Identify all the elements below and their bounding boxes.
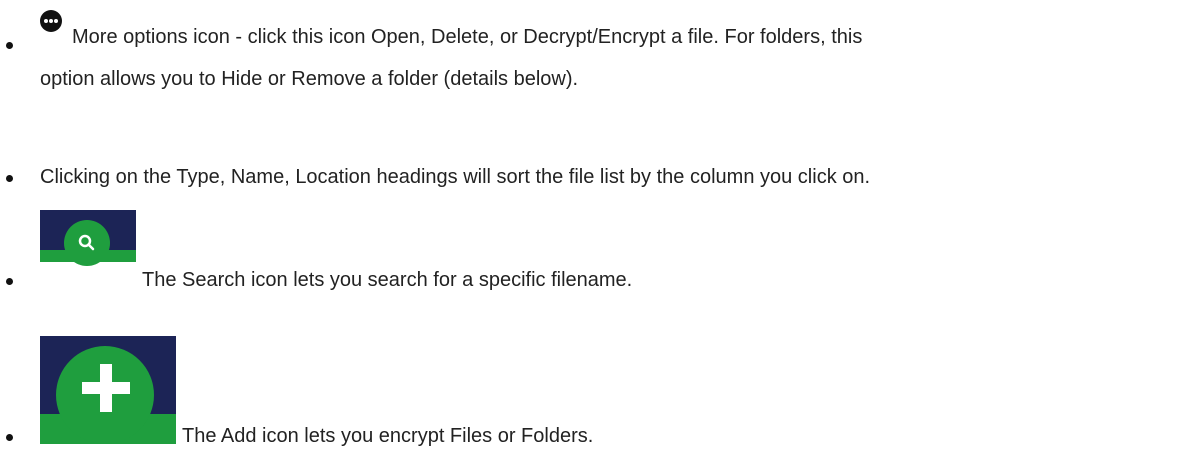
bullet bbox=[6, 175, 13, 182]
sorting-description: Clicking on the Type, Name, Location hea… bbox=[40, 166, 871, 188]
search-description: The Search icon lets you search for a sp… bbox=[142, 269, 633, 291]
search-icon bbox=[40, 210, 136, 270]
bullet bbox=[6, 42, 13, 49]
bullet bbox=[6, 434, 13, 441]
list-item-sorting: Clicking on the Type, Name, Location hea… bbox=[0, 160, 1204, 200]
add-description: The Add icon lets you encrypt Files or F… bbox=[182, 425, 594, 447]
add-icon bbox=[40, 336, 176, 450]
more-options-icon bbox=[40, 10, 62, 32]
list-item-add: The Add icon lets you encrypt Files or F… bbox=[0, 336, 1204, 454]
list-item-more-options: More options icon - click this icon Open… bbox=[0, 10, 1204, 100]
list-item-search: The Search icon lets you search for a sp… bbox=[0, 210, 1204, 300]
more-options-description: More options icon - click this icon Open… bbox=[72, 26, 863, 48]
more-options-description-continued: option allows you to Hide or Remove a fo… bbox=[40, 68, 579, 90]
bullet bbox=[6, 278, 13, 285]
